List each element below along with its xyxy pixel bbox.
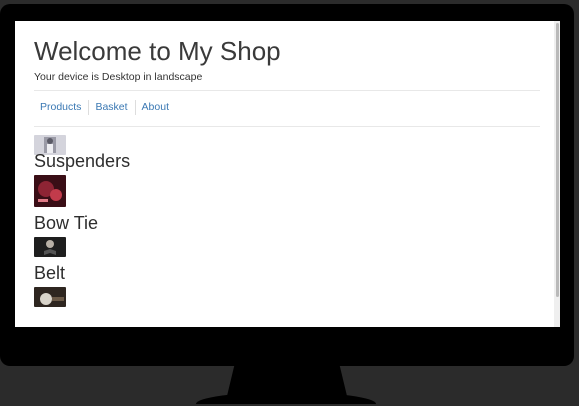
page-title: Welcome to My Shop [34,36,281,66]
belt-photo-icon[interactable] [34,287,66,307]
nav-item-products[interactable]: Products [34,100,90,115]
product-list: Suspenders Bow Tie Belt [34,135,130,307]
suspenders-photo-icon[interactable] [34,175,66,207]
nav-item-basket[interactable]: Basket [89,100,136,115]
page-scrollbar[interactable] [554,21,560,327]
monitor-screen: Welcome to My Shop Your device is Deskto… [15,21,560,327]
product-item[interactable]: Belt [34,263,130,307]
scrollbar-thumb[interactable] [556,23,559,297]
monitor-stand-base [196,392,376,404]
product-name: Belt [34,263,66,283]
product-name: Suspenders [34,151,131,171]
bowtie-photo-icon[interactable] [34,237,66,257]
product-name: Bow Tie [34,213,99,233]
product-item[interactable]: Suspenders [34,151,130,207]
main-nav: Products Basket About [34,100,176,115]
nav-divider [34,126,540,127]
desktop-monitor-mockup: Welcome to My Shop Your device is Deskto… [0,0,579,406]
monitor-bezel: Welcome to My Shop Your device is Deskto… [0,4,574,366]
product-item[interactable]: Bow Tie [34,213,130,257]
nav-item-about[interactable]: About [136,100,176,115]
device-status-text: Your device is Desktop in landscape [34,71,203,83]
header-divider [34,90,540,91]
